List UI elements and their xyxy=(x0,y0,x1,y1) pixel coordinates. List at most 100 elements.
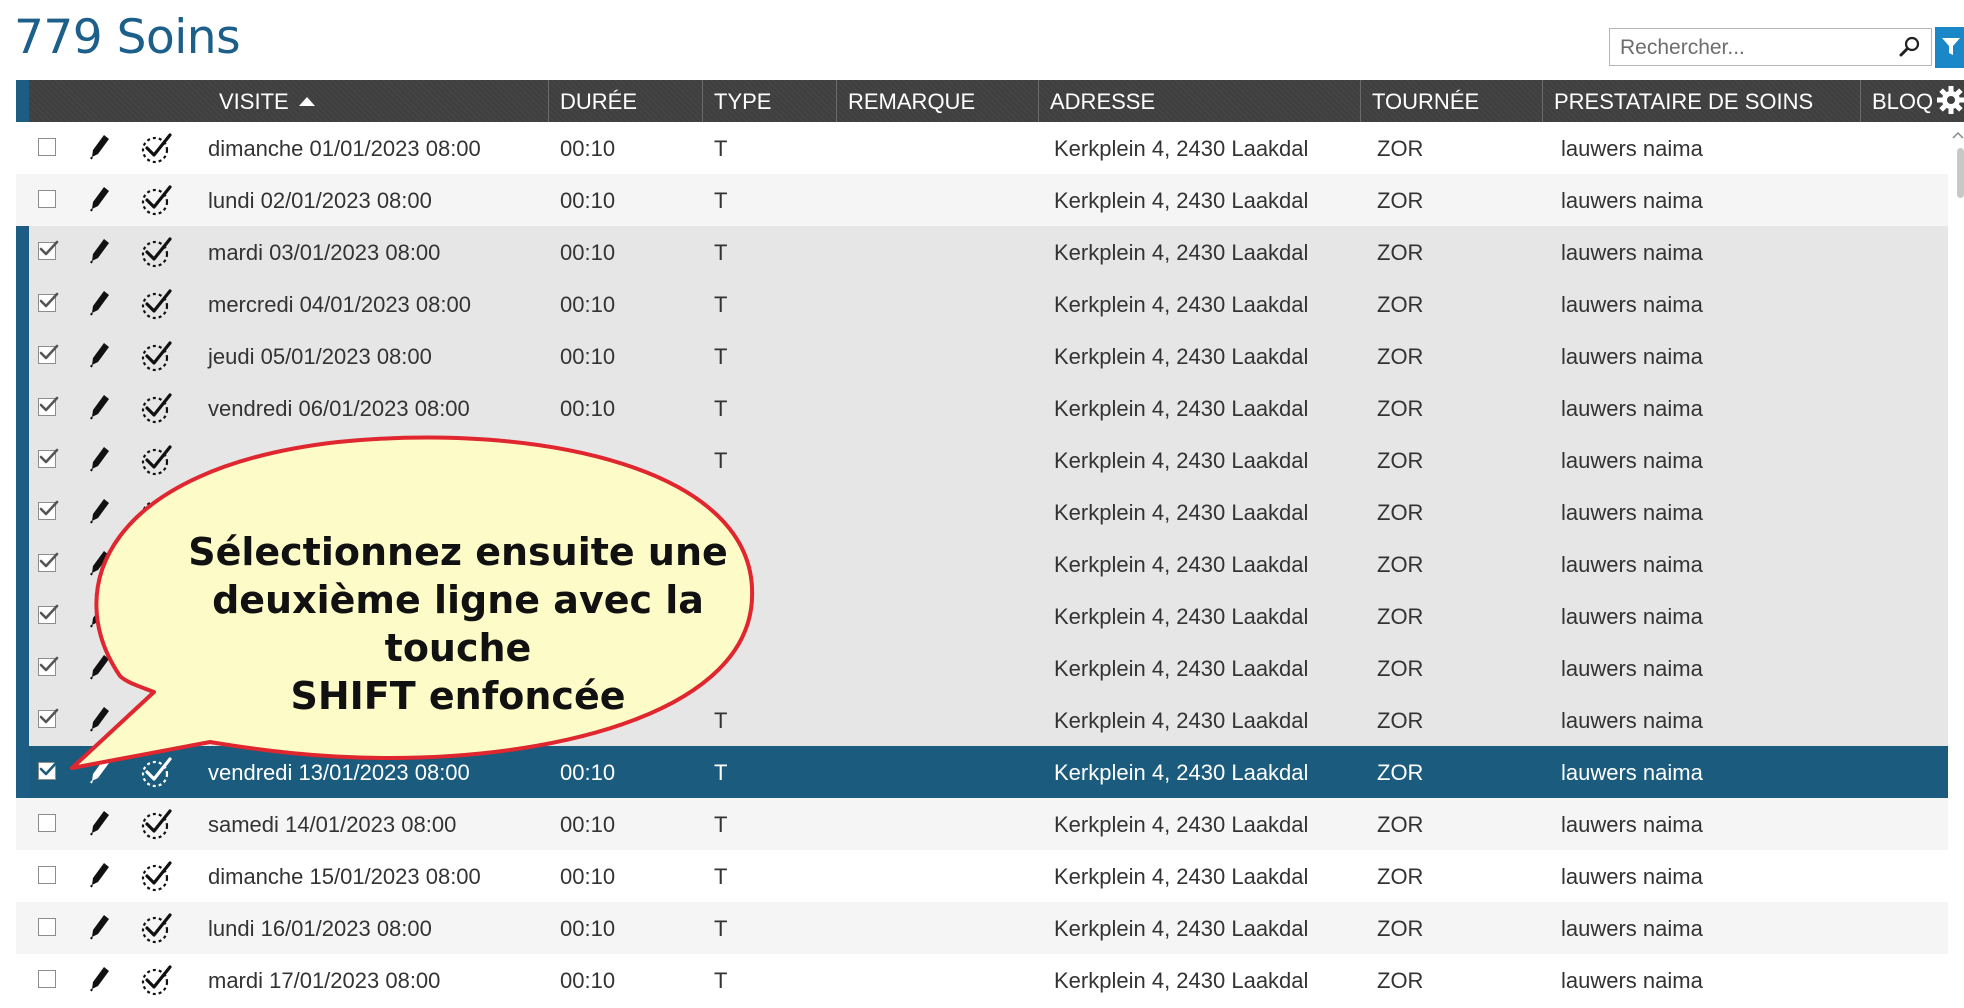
selection-indicator xyxy=(16,694,29,746)
vertical-scrollbar[interactable] xyxy=(1948,122,1964,998)
column-header-bloq[interactable]: BLOQ xyxy=(1860,80,1940,122)
cell-adresse: Kerkplein 4, 2430 Laakdal xyxy=(1054,396,1309,421)
dashed-circle-check-icon[interactable] xyxy=(140,808,174,846)
table-row[interactable]: lundi 16/01/2023 08:00 00:10 T Kerkplein 4,… xyxy=(16,902,1948,954)
cell-duree: 00:10 xyxy=(560,292,616,317)
column-header-label: DURÉE xyxy=(560,89,638,114)
cell-adresse: Kerkplein 4, 2430 Laakdal xyxy=(1054,552,1309,577)
dashed-circle-check-icon[interactable] xyxy=(140,964,174,1002)
scrollbar-thumb[interactable] xyxy=(1957,148,1964,198)
cell-type: T xyxy=(714,188,728,213)
cell-prestataire: lauwers naima xyxy=(1561,344,1703,369)
cell-tournee: ZOR xyxy=(1377,916,1424,941)
dashed-circle-check-icon[interactable] xyxy=(140,236,174,274)
row-checkbox[interactable] xyxy=(38,240,59,260)
row-checkbox[interactable] xyxy=(38,396,59,416)
row-checkbox[interactable] xyxy=(38,760,59,780)
row-checkbox[interactable] xyxy=(38,500,59,520)
cell-adresse: Kerkplein 4, 2430 Laakdal xyxy=(1054,812,1309,837)
funnel-icon xyxy=(1942,38,1960,55)
column-header-adresse[interactable]: ADRESSE xyxy=(1038,80,1360,122)
cell-tournee: ZOR xyxy=(1377,188,1424,213)
cell-visite: mardi 17/01/2023 08:00 xyxy=(208,968,441,993)
pencil-icon[interactable] xyxy=(90,290,110,322)
selection-indicator xyxy=(16,538,29,590)
row-checkbox[interactable] xyxy=(38,604,59,624)
pencil-icon[interactable] xyxy=(90,342,110,374)
dashed-circle-check-icon[interactable] xyxy=(140,860,174,898)
dashed-circle-check-icon[interactable] xyxy=(140,340,174,378)
pencil-icon[interactable] xyxy=(90,186,110,218)
dashed-circle-check-icon[interactable] xyxy=(140,132,174,170)
column-header-label: ADRESSE xyxy=(1050,89,1156,114)
dashed-circle-check-icon[interactable] xyxy=(140,392,174,430)
cell-visite: dimanche 01/01/2023 08:00 xyxy=(208,136,481,161)
cell-prestataire: lauwers naima xyxy=(1561,708,1703,733)
cell-prestataire: lauwers naima xyxy=(1561,448,1703,473)
pencil-icon[interactable] xyxy=(90,238,110,270)
pencil-icon[interactable] xyxy=(90,914,110,946)
cell-prestataire: lauwers naima xyxy=(1561,864,1703,889)
row-checkbox[interactable] xyxy=(38,970,56,988)
row-checkbox[interactable] xyxy=(38,814,56,832)
cell-duree: 00:10 xyxy=(560,864,616,889)
table-row[interactable]: jeudi 05/01/2023 08:00 00:10 T Kerkplein 4,… xyxy=(16,330,1948,382)
column-header-remarque[interactable]: REMARQUE xyxy=(836,80,1038,122)
row-checkbox[interactable] xyxy=(38,448,59,468)
cell-visite: lundi 02/01/2023 08:00 xyxy=(208,188,432,213)
cell-type: T xyxy=(714,968,728,993)
cell-type: T xyxy=(714,344,728,369)
cell-type: T xyxy=(714,916,728,941)
scroll-up-icon[interactable] xyxy=(1952,126,1964,144)
row-checkbox[interactable] xyxy=(38,656,59,676)
table-row[interactable]: samedi 14/01/2023 08:00 00:10 T Kerkplein 4… xyxy=(16,798,1948,850)
row-checkbox[interactable] xyxy=(38,292,59,312)
pencil-icon[interactable] xyxy=(90,966,110,998)
pencil-icon[interactable] xyxy=(90,810,110,842)
cell-tournee: ZOR xyxy=(1377,552,1424,577)
cell-adresse: Kerkplein 4, 2430 Laakdal xyxy=(1054,136,1309,161)
column-header-visite[interactable]: VISITE xyxy=(208,80,558,122)
column-header-duree[interactable]: DURÉE xyxy=(548,80,702,122)
pencil-icon[interactable] xyxy=(90,134,110,166)
cell-tournee: ZOR xyxy=(1377,760,1424,785)
column-header-tournee[interactable]: TOURNÉE xyxy=(1360,80,1542,122)
row-checkbox[interactable] xyxy=(38,138,56,156)
cell-tournee: ZOR xyxy=(1377,968,1424,993)
callout-line: SHIFT enfoncée xyxy=(290,674,626,718)
selection-indicator xyxy=(16,746,29,798)
cell-adresse: Kerkplein 4, 2430 Laakdal xyxy=(1054,656,1309,681)
row-checkbox[interactable] xyxy=(38,344,59,364)
column-header-prestataire[interactable]: PRESTATAIRE DE SOINS xyxy=(1542,80,1860,122)
table-row[interactable]: dimanche 15/01/2023 08:00 00:10 T Kerkplein… xyxy=(16,850,1948,902)
magnifier-icon[interactable] xyxy=(1899,36,1921,63)
cell-visite: mercredi 04/01/2023 08:00 xyxy=(208,292,471,317)
search-input[interactable] xyxy=(1618,35,1892,61)
column-header-type[interactable]: TYPE xyxy=(702,80,836,122)
search-box[interactable] xyxy=(1609,28,1932,66)
filter-button[interactable] xyxy=(1935,27,1964,68)
pencil-icon[interactable] xyxy=(90,394,110,426)
table-row[interactable]: lundi 02/01/2023 08:00 00:10 T Kerkplein 4,… xyxy=(16,174,1948,226)
table-row[interactable]: dimanche 01/01/2023 08:00 00:10 T Kerkplein… xyxy=(16,122,1948,174)
table-row[interactable]: vendredi 06/01/2023 08:00 00:10 T Kerkplein… xyxy=(16,382,1948,434)
cell-tournee: ZOR xyxy=(1377,396,1424,421)
row-checkbox[interactable] xyxy=(38,552,59,572)
cell-adresse: Kerkplein 4, 2430 Laakdal xyxy=(1054,240,1309,265)
cell-visite: jeudi 05/01/2023 08:00 xyxy=(208,344,432,369)
cell-prestataire: lauwers naima xyxy=(1561,292,1703,317)
dashed-circle-check-icon[interactable] xyxy=(140,184,174,222)
row-checkbox[interactable] xyxy=(38,866,56,884)
pencil-icon[interactable] xyxy=(90,862,110,894)
cell-type: T xyxy=(714,812,728,837)
row-checkbox[interactable] xyxy=(38,708,59,728)
gear-icon[interactable] xyxy=(1936,85,1964,120)
row-checkbox[interactable] xyxy=(38,918,56,936)
dashed-circle-check-icon[interactable] xyxy=(140,912,174,950)
table-row[interactable]: mardi 17/01/2023 08:00 00:10 T Kerkplein 4,… xyxy=(16,954,1948,1006)
table-row[interactable]: mercredi 04/01/2023 08:00 00:10 T Kerkplein… xyxy=(16,278,1948,330)
row-checkbox[interactable] xyxy=(38,190,56,208)
table-row[interactable]: mardi 03/01/2023 08:00 00:10 T Kerkplein 4,… xyxy=(16,226,1948,278)
cell-tournee: ZOR xyxy=(1377,864,1424,889)
dashed-circle-check-icon[interactable] xyxy=(140,288,174,326)
